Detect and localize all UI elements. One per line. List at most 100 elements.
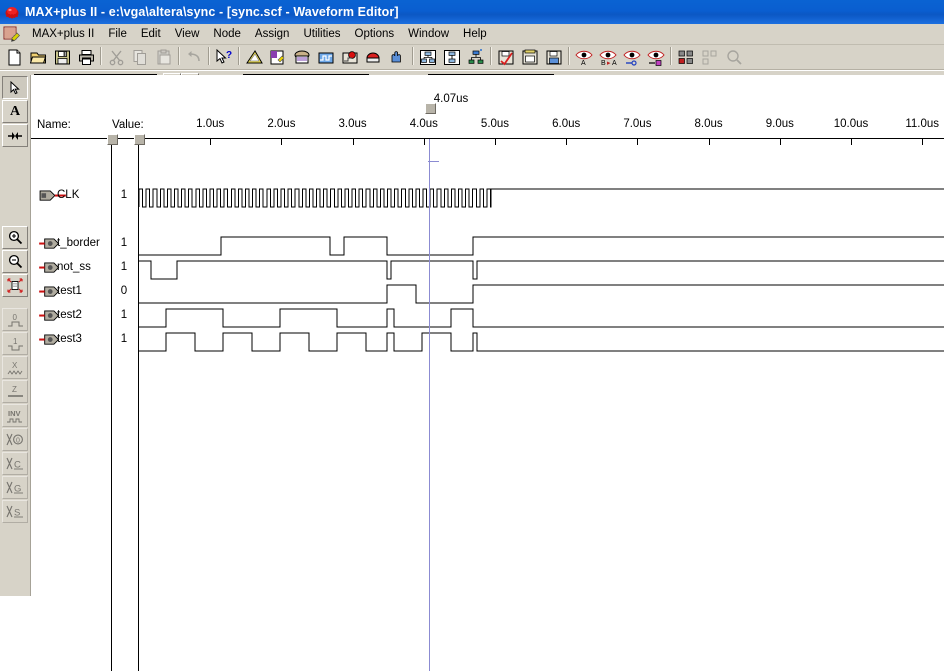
svg-text:?: ? xyxy=(226,50,232,61)
help-arrow-question-icon[interactable]: ? xyxy=(212,46,236,69)
reference-marker-stub xyxy=(427,161,439,162)
chip-programmer-icon[interactable] xyxy=(362,46,386,69)
menu-item-window[interactable]: Window xyxy=(401,26,456,42)
t_border-waveform xyxy=(139,236,944,256)
menu-item-view[interactable]: View xyxy=(168,26,207,42)
count-value-tool[interactable]: 0 xyxy=(2,428,28,451)
grow-tool[interactable]: G xyxy=(2,476,28,499)
title-bar: MAX+plus II - e:\vga\altera\sync - [sync… xyxy=(0,0,944,24)
menu-item-utilities[interactable]: Utilities xyxy=(296,26,347,42)
maxplus2-window: MAX+plus II - e:\vga\altera\sync - [sync… xyxy=(0,0,944,671)
open-folder-icon[interactable] xyxy=(26,46,50,69)
clk-waveform xyxy=(139,188,944,208)
document-edit-icon[interactable] xyxy=(3,26,21,43)
hierarchy-down-icon[interactable] xyxy=(440,46,464,69)
zoom-in-tool[interactable] xyxy=(2,226,28,249)
main-toolbar: ? A B ▸ A xyxy=(0,45,944,70)
new-document-icon[interactable] xyxy=(2,46,26,69)
waveform-editor-canvas[interactable]: 1.0us 2.0us 3.0us 4.0us 5.0us 6.0us 7.0us 8.0us… xyxy=(31,75,944,671)
signal-row[interactable]: test2 1 xyxy=(31,305,138,329)
printer-icon[interactable] xyxy=(74,46,98,69)
palette-gap xyxy=(0,147,30,225)
fit-in-window-tool[interactable] xyxy=(2,274,28,297)
signal-row[interactable]: test3 1 xyxy=(31,329,138,353)
purple-report-icon[interactable] xyxy=(266,46,290,69)
svg-text:B: B xyxy=(601,60,606,66)
save-check-icon[interactable] xyxy=(494,46,518,69)
name-column-splitter[interactable] xyxy=(107,134,118,145)
menu-item-maxplus2[interactable]: MAX+plus II xyxy=(25,26,101,42)
signal-value-label: 1 xyxy=(120,189,128,201)
scissors-icon[interactable] xyxy=(104,46,128,69)
project-simulate-icon[interactable] xyxy=(542,46,566,69)
copy-pages-icon[interactable] xyxy=(128,46,152,69)
eye-find-pin-icon[interactable] xyxy=(620,46,644,69)
signal-row[interactable]: test1 0 xyxy=(31,281,138,305)
signal-value-label: 0 xyxy=(120,285,128,297)
yellow-triangle-compile-icon[interactable] xyxy=(242,46,266,69)
text-tool[interactable]: A xyxy=(2,100,28,123)
menu-item-file[interactable]: File xyxy=(101,26,134,42)
signal-name-label: test3 xyxy=(57,333,82,345)
test2-waveform xyxy=(139,308,944,328)
selection-arrow-tool[interactable] xyxy=(2,76,28,99)
magnifier-zoom-icon[interactable] xyxy=(722,46,746,69)
force-highz-tool[interactable]: Z xyxy=(2,380,28,403)
hierarchy-tree-icon[interactable] xyxy=(416,46,440,69)
menu-item-assign[interactable]: Assign xyxy=(248,26,297,42)
undo-arrow-icon[interactable] xyxy=(182,46,206,69)
menu-bar: MAX+plus II File Edit View Node Assign U… xyxy=(0,24,944,45)
floppy-save-icon[interactable] xyxy=(50,46,74,69)
blue-timing-icon[interactable] xyxy=(314,46,338,69)
clock-tool[interactable]: C xyxy=(2,452,28,475)
eye-find-a-icon[interactable]: A xyxy=(572,46,596,69)
waveform-traces xyxy=(139,188,944,352)
signal-value-label: 1 xyxy=(120,309,128,321)
red-dot-simulator-icon[interactable] xyxy=(338,46,362,69)
maxplus2-app-icon[interactable] xyxy=(4,4,20,20)
signal-row[interactable]: t_border 1 xyxy=(31,233,138,257)
signal-value-label: 1 xyxy=(120,261,128,273)
zoom-out-tool[interactable] xyxy=(2,250,28,273)
force-high-tool[interactable]: 1 xyxy=(2,332,28,355)
hierarchy-top-icon[interactable] xyxy=(464,46,488,69)
clipboard-paste-icon[interactable] xyxy=(152,46,176,69)
svg-text:X: X xyxy=(12,361,18,370)
time-cursor-label: 4.07us xyxy=(433,93,469,105)
signal-name-label: test2 xyxy=(57,309,82,321)
eye-find-cell-icon[interactable] xyxy=(644,46,668,69)
palette-gap xyxy=(0,297,30,307)
menu-item-help[interactable]: Help xyxy=(456,26,494,42)
waveform-plot-area[interactable] xyxy=(139,75,944,596)
signal-name-label: not_ss xyxy=(57,261,91,273)
force-low-tool[interactable]: 0 xyxy=(2,308,28,331)
floorplan-editor-icon[interactable] xyxy=(290,46,314,69)
force-unknown-tool[interactable]: X xyxy=(2,356,28,379)
waveform-edit-tool[interactable] xyxy=(2,124,28,147)
eye-find-b-a-icon[interactable]: B ▸ A xyxy=(596,46,620,69)
blue-hand-icon[interactable] xyxy=(386,46,410,69)
signal-row[interactable]: not_ss 1 xyxy=(31,257,138,281)
svg-text:1: 1 xyxy=(13,337,18,346)
grid-squares-icon[interactable] xyxy=(674,46,698,69)
time-cursor-line[interactable] xyxy=(428,139,430,671)
svg-text:Z: Z xyxy=(12,385,17,394)
signal-value-label: 1 xyxy=(120,237,128,249)
name-column-divider xyxy=(111,138,112,671)
signal-row[interactable]: CLK 1 xyxy=(31,185,138,209)
window-title: MAX+plus II - e:\vga\altera\sync - [sync… xyxy=(25,5,399,19)
menu-item-node[interactable]: Node xyxy=(206,26,248,42)
name-column-header: Name: xyxy=(37,119,71,131)
drawing-tool-palette: A 0 1 X Z INV 0 C G S xyxy=(0,75,31,596)
project-compile-icon[interactable] xyxy=(518,46,542,69)
svg-text:A: A xyxy=(612,60,617,66)
test1-waveform xyxy=(139,284,944,304)
partition-icon[interactable] xyxy=(698,46,722,69)
invert-tool[interactable]: INV xyxy=(2,404,28,427)
menu-item-edit[interactable]: Edit xyxy=(134,26,168,42)
menu-item-options[interactable]: Options xyxy=(348,26,402,42)
shrink-tool[interactable]: S xyxy=(2,500,28,523)
signal-name-label: test1 xyxy=(57,285,82,297)
svg-text:0: 0 xyxy=(16,438,20,445)
svg-text:INV: INV xyxy=(8,409,21,418)
